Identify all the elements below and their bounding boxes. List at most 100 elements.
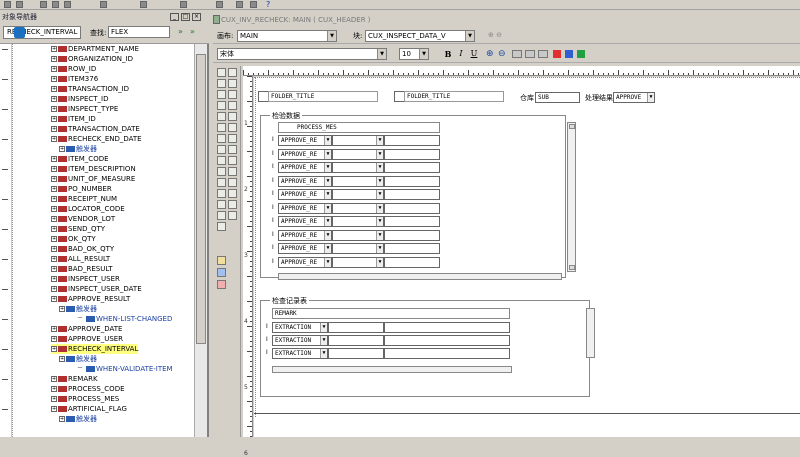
extraction-select[interactable]: EXTRACTION ▼ [272, 322, 328, 333]
expand-icon[interactable]: + [51, 296, 57, 302]
tool-sound-icon[interactable] [217, 211, 226, 220]
process-mes-field[interactable] [384, 189, 440, 200]
expand-icon[interactable]: + [59, 146, 65, 152]
approve-result-select[interactable]: APPROVE_RE ▼ [278, 243, 332, 254]
layout-tools-icon[interactable]: ⊕ ⊖ [488, 31, 502, 39]
tool-display-item-icon[interactable] [217, 167, 226, 176]
expand-icon[interactable]: + [51, 66, 57, 72]
interval-select[interactable]: ▼ [332, 256, 384, 268]
run-icon[interactable] [100, 1, 107, 8]
expand-icon[interactable]: + [51, 136, 57, 142]
remark-field[interactable] [384, 322, 510, 333]
expand-icon[interactable]: + [51, 386, 57, 392]
paste-icon[interactable] [64, 1, 71, 8]
expand-icon[interactable]: + [51, 226, 57, 232]
tree-trigger-group[interactable]: + 触发器 [59, 414, 97, 424]
tree-item[interactable]: + INSPECT_ID [51, 94, 109, 104]
tool-rotate-icon[interactable] [228, 68, 237, 77]
approve-result-select[interactable]: APPROVE_RE ▼ [278, 135, 332, 146]
underline-button[interactable]: U [469, 48, 479, 60]
tree-item[interactable]: + TRANSACTION_DATE [51, 124, 140, 134]
expand-icon[interactable]: + [59, 356, 65, 362]
tool-frame-icon[interactable] [228, 134, 237, 143]
tree-trigger-group[interactable]: + 触发器 [59, 144, 97, 154]
process-mes-field[interactable] [384, 229, 440, 241]
expand-icon[interactable]: + [51, 266, 57, 272]
tool-freehand-icon[interactable] [217, 134, 226, 143]
tree-item[interactable]: + VENDOR_LOT [51, 214, 115, 224]
tool-bar-icon[interactable] [217, 222, 226, 231]
tool-line-icon[interactable] [228, 90, 237, 99]
process-mes-field[interactable] [384, 256, 440, 268]
stop-icon[interactable] [216, 1, 223, 8]
tree-item[interactable]: + ITEM_ID [51, 114, 96, 124]
tool-arc-icon[interactable] [228, 112, 237, 121]
expand-icon[interactable]: + [51, 126, 57, 132]
tree-item[interactable]: + RECHECK_INTERVAL [51, 344, 139, 354]
expand-icon[interactable]: + [51, 326, 57, 332]
process-mes-field[interactable] [384, 243, 440, 254]
interval-select[interactable]: ▼ [332, 229, 384, 241]
tree-item[interactable]: + ITEM_CODE [51, 154, 109, 164]
tool-ellipse-icon[interactable] [217, 112, 226, 121]
palette-line-color-icon[interactable] [217, 268, 226, 277]
scroll-up-icon[interactable] [569, 124, 575, 129]
approve-result-select[interactable]: APPROVE_RE ▼ [278, 229, 332, 241]
process-mes-field[interactable] [384, 135, 440, 146]
expand-icon[interactable]: + [51, 176, 57, 182]
align-right-icon[interactable] [538, 50, 548, 58]
palette-fill-color-icon[interactable] [217, 256, 226, 265]
section-inspection-vscroll[interactable] [567, 122, 576, 272]
expand-icon[interactable]: + [51, 346, 57, 352]
tree-item[interactable]: + PO_NUMBER [51, 184, 112, 194]
process-mes-field[interactable] [384, 162, 440, 173]
tool-rect-icon[interactable] [217, 101, 226, 110]
extraction-select[interactable]: EXTRACTION ▼ [272, 335, 328, 346]
tree-item[interactable]: + APPROVE_DATE [51, 324, 122, 334]
interval-select[interactable]: ▼ [332, 202, 384, 214]
section-record-hscroll[interactable] [272, 366, 512, 373]
approve-result-select[interactable]: APPROVE_RE ▼ [278, 162, 332, 173]
tree-item[interactable]: + INSPECT_USER [51, 274, 120, 284]
expand-icon[interactable]: + [51, 196, 57, 202]
interval-select[interactable]: ▼ [332, 189, 384, 200]
tree-item[interactable]: + INSPECT_USER_DATE [51, 284, 142, 294]
text-color-icon[interactable] [577, 50, 585, 58]
zoom-in-icon[interactable]: ⊕ [486, 49, 494, 59]
tree-item[interactable]: + ITEM376 [51, 74, 98, 84]
tree-item[interactable]: + BAD_RESULT [51, 264, 113, 274]
folder-title-field-2[interactable]: FOLDER_TITLE [404, 91, 504, 102]
expand-icon[interactable]: + [51, 406, 57, 412]
cut-icon[interactable] [40, 1, 47, 8]
extraction-field[interactable] [328, 348, 384, 359]
tool-image-icon[interactable] [217, 178, 226, 187]
help-icon[interactable]: ? [266, 0, 270, 9]
zoom-out-icon[interactable]: ⊖ [498, 49, 506, 59]
align-left-icon[interactable] [512, 50, 522, 58]
debug-icon[interactable] [180, 1, 187, 8]
bold-button[interactable]: B [443, 48, 453, 60]
approve-result-select[interactable]: APPROVE_RE ▼ [278, 175, 332, 187]
tree-trigger-group[interactable]: + 触发器 [59, 304, 97, 314]
expand-icon[interactable]: + [51, 236, 57, 242]
step-icon[interactable] [140, 1, 147, 8]
approve-result-select[interactable]: APPROVE_RE ▼ [278, 148, 332, 160]
tree-item[interactable]: + TRANSACTION_ID [51, 84, 129, 94]
expand-icon[interactable]: + [59, 416, 65, 422]
tool-rounded-rect-icon[interactable] [228, 101, 237, 110]
tree-item[interactable]: + UNIT_OF_MEASURE [51, 174, 135, 184]
approve-result-select[interactable]: APPROVE_RE ▼ [278, 216, 332, 227]
interval-select[interactable]: ▼ [332, 135, 384, 146]
new-icon[interactable] [4, 1, 11, 8]
tree-item[interactable]: + ROW_ID [51, 64, 96, 74]
extraction-field[interactable] [328, 335, 384, 346]
tree-item[interactable]: + OK_QTY [51, 234, 96, 244]
tool-polyline-icon[interactable] [228, 123, 237, 132]
navigator-scrollbar[interactable] [194, 44, 207, 437]
tree-item[interactable]: + ORGANIZATION_ID [51, 54, 133, 64]
font-select[interactable]: 宋体 ▼ [217, 48, 387, 60]
layout-canvas[interactable]: FOLDER_TITLE FOLDER_TITLE 仓库 SUB 处理结果 AP… [254, 77, 800, 437]
expand-icon[interactable]: + [51, 86, 57, 92]
italic-button[interactable]: I [456, 48, 466, 60]
palette-text-color-icon[interactable] [217, 280, 226, 289]
